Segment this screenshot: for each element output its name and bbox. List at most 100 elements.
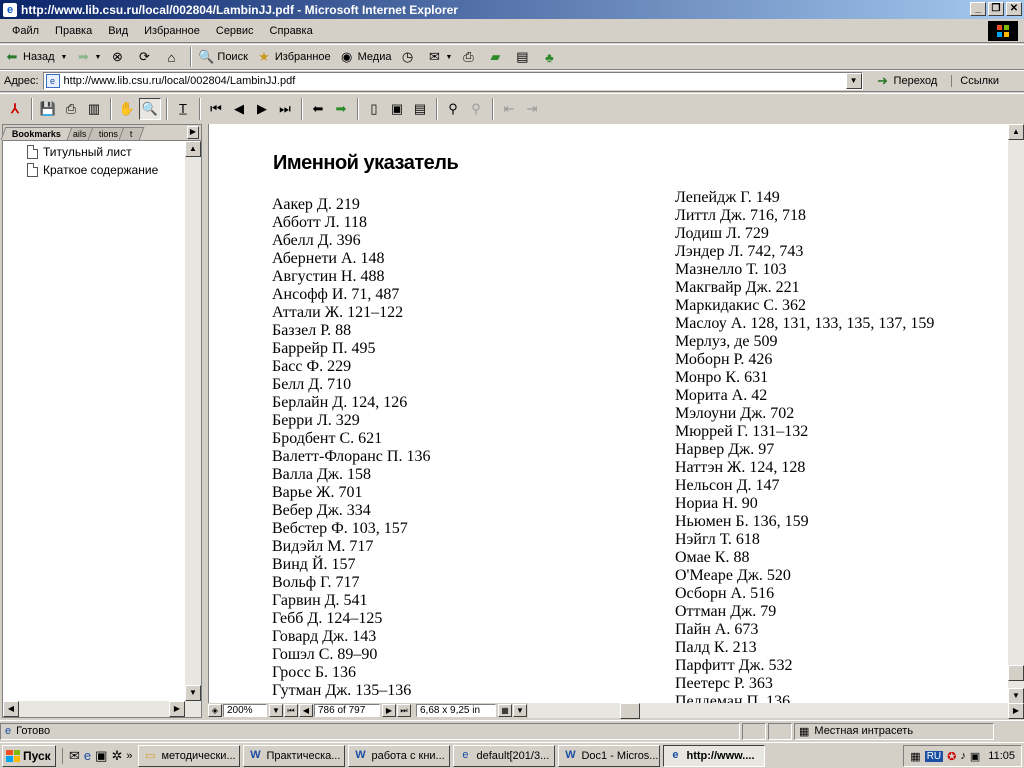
task-ie-active[interactable]: e http://www....	[663, 744, 766, 767]
search-icon[interactable]: ⚲	[465, 98, 487, 120]
print-icon[interactable]: ⎙	[60, 98, 82, 120]
go-button[interactable]: ➜ Переход	[875, 73, 937, 89]
scroll-right-icon[interactable]: ▶	[1008, 703, 1024, 719]
text-select-tool-icon[interactable]: T̲	[172, 98, 194, 120]
home-button[interactable]: ⌂	[163, 49, 182, 65]
address-dropdown-icon[interactable]: ▼	[845, 73, 862, 89]
menu-edit[interactable]: Правка	[47, 25, 100, 37]
scroll-right-icon[interactable]: ▶	[169, 701, 185, 717]
bookmark-title-page[interactable]: Титульный лист	[3, 143, 201, 161]
split-arrows-icon[interactable]: ◈	[208, 704, 222, 717]
stop-button[interactable]: ⊗	[109, 49, 128, 65]
antivirus-icon[interactable]: ✪	[947, 750, 956, 763]
menu-file[interactable]: Файл	[4, 25, 47, 37]
zoom-field[interactable]: 200%	[223, 704, 267, 717]
refresh-button[interactable]: ⟳	[136, 49, 155, 65]
start-button[interactable]: Пуск	[2, 744, 56, 767]
back-button[interactable]: ⬅ Назад ▼	[4, 49, 68, 65]
quick-launch-more-icon[interactable]: »	[126, 750, 132, 762]
show-navigation-pane-icon[interactable]: ▥	[83, 98, 105, 120]
scroll-left-icon[interactable]: ◀	[3, 701, 19, 717]
ie-icon: e	[672, 748, 679, 761]
menu-view[interactable]: Вид	[100, 25, 136, 37]
last-page-icon[interactable]: ⏭	[274, 98, 296, 120]
index-right-column: Лепейдж Г. 149 Литтл Дж. 716, 718 Лодиш Л.…	[675, 189, 934, 704]
task-folder[interactable]: ▭ методически...	[138, 744, 241, 767]
pdf-document-view[interactable]: Именной указатель Аакер Д. 219 Абботт Л. …	[208, 124, 1008, 704]
hand-tool-icon[interactable]: ✋	[116, 98, 138, 120]
document-scrollbar[interactable]: ▲ ▼	[1008, 124, 1024, 704]
next-page-icon[interactable]: ▶	[251, 98, 273, 120]
scrollbar-thumb[interactable]	[1008, 665, 1024, 681]
show-desktop-icon[interactable]: ▣	[95, 748, 107, 764]
bookmark-summary[interactable]: Краткое содержание	[3, 161, 201, 179]
tray-app-icon[interactable]: ▣	[970, 750, 980, 763]
volume-icon[interactable]: ♪	[960, 750, 966, 762]
restore-button[interactable]: ❐	[988, 2, 1004, 16]
tab-articles[interactable]: t	[118, 127, 144, 140]
zoom-dropdown-icon[interactable]: ▼	[269, 704, 283, 717]
task-word-doc1[interactable]: W Doc1 - Micros...	[558, 744, 661, 767]
task-ie-default[interactable]: e default[201/3...	[453, 744, 556, 767]
zoom-tool-icon[interactable]: 🔍	[139, 97, 161, 120]
address-input[interactable]: e http://www.lib.csu.ru/local/002804/Lam…	[42, 72, 863, 90]
forward-dropdown-icon[interactable]: ▼	[94, 54, 101, 61]
address-url[interactable]: http://www.lib.csu.ru/local/002804/Lambi…	[64, 75, 296, 87]
first-page-button[interactable]: ⏮	[284, 704, 298, 717]
scrollbar-thumb[interactable]	[620, 703, 640, 719]
scroll-down-icon[interactable]: ▼	[1008, 688, 1024, 704]
edit-button[interactable]: ▰	[487, 49, 506, 65]
navigation-pane-scrollbar[interactable]: ▲ ▼	[185, 141, 201, 701]
document-hscrollbar[interactable]: ▶	[528, 703, 1024, 719]
menu-help[interactable]: Справка	[262, 25, 321, 37]
network-icon[interactable]: ▦	[910, 750, 920, 763]
last-page-button[interactable]: ⏭	[397, 704, 411, 717]
reflow-icon[interactable]: ⇤	[498, 98, 520, 120]
menu-tools[interactable]: Сервис	[208, 25, 262, 37]
fit-width-icon[interactable]: ▤	[409, 98, 431, 120]
messenger-button[interactable]: ♣	[541, 49, 560, 65]
media-button[interactable]: ◉ Медиа	[339, 49, 392, 65]
language-indicator[interactable]: RU	[924, 750, 944, 762]
ie-quicklaunch-icon[interactable]: e	[84, 748, 91, 763]
mail-button[interactable]: ✉ ▼	[426, 49, 452, 65]
scroll-up-icon[interactable]: ▲	[1008, 124, 1024, 140]
expand-icon[interactable]: ⇥	[521, 98, 543, 120]
previous-page-icon[interactable]: ◀	[228, 98, 250, 120]
mail-dropdown-icon[interactable]: ▼	[445, 54, 452, 61]
acrobat-logo-icon[interactable]: ⅄	[4, 98, 26, 120]
previous-page-button[interactable]: ◀	[299, 704, 313, 717]
scroll-down-icon[interactable]: ▼	[185, 685, 201, 701]
tab-bookmarks[interactable]: Bookmarks	[0, 127, 73, 140]
print-button[interactable]: ⎙	[460, 49, 479, 65]
layout-dropdown-icon[interactable]: ▼	[513, 704, 527, 717]
outlook-icon[interactable]: ✉	[69, 748, 80, 764]
discuss-button[interactable]: ▤	[514, 49, 533, 65]
actual-size-icon[interactable]: ▯	[363, 98, 385, 120]
media-player-icon[interactable]: ✲	[111, 748, 122, 764]
history-button[interactable]: ◷	[399, 49, 418, 65]
close-button[interactable]: ✕	[1006, 2, 1022, 16]
minimize-button[interactable]: _	[970, 2, 986, 16]
go-back-icon[interactable]: ⬅	[307, 98, 329, 120]
search-button[interactable]: 🔍 Поиск	[198, 49, 248, 65]
go-forward-icon[interactable]: ➡	[330, 98, 352, 120]
page-layout-icon[interactable]: ▦	[498, 704, 512, 717]
fit-page-icon[interactable]: ▣	[386, 98, 408, 120]
scroll-up-icon[interactable]: ▲	[185, 141, 201, 157]
tabs-menu-arrow-icon[interactable]: ▶	[187, 126, 199, 139]
first-page-icon[interactable]: ⏮	[205, 98, 227, 120]
menu-favorites[interactable]: Избранное	[136, 25, 208, 37]
save-icon[interactable]: 💾	[37, 98, 59, 120]
links-button[interactable]: Ссылки	[951, 75, 999, 87]
task-word-2[interactable]: Wработа с кни...	[348, 744, 451, 767]
navigation-pane-hscrollbar[interactable]: ◀ ▶	[3, 701, 201, 717]
find-icon[interactable]: ⚲	[442, 98, 464, 120]
back-dropdown-icon[interactable]: ▼	[61, 54, 68, 61]
page-number-field[interactable]: 786 of 797	[314, 704, 380, 717]
next-page-button[interactable]: ▶	[382, 704, 396, 717]
favorites-button[interactable]: ★ Избранное	[256, 49, 331, 65]
task-word-1[interactable]: W Практическа...	[243, 744, 346, 767]
toolbar-separator	[190, 47, 193, 67]
forward-button[interactable]: ➡ ▼	[75, 49, 101, 65]
